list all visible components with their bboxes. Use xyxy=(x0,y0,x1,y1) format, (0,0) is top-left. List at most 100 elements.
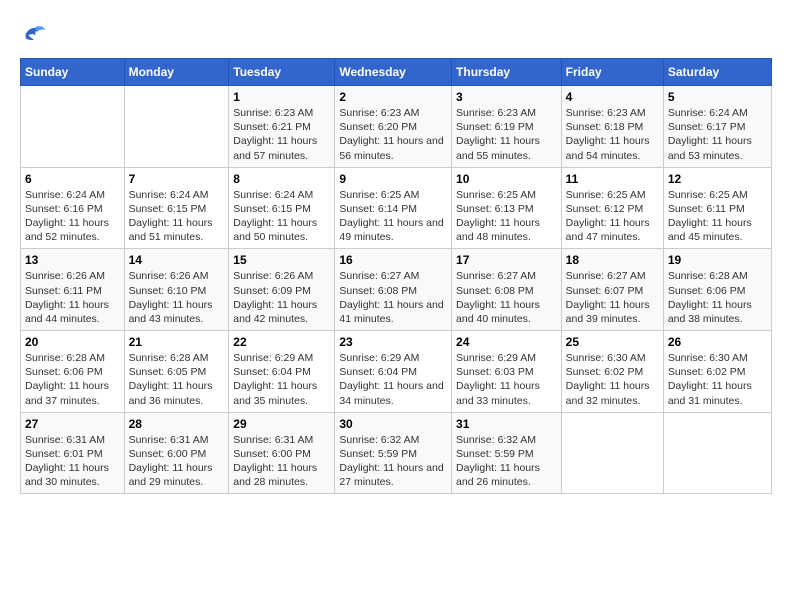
calendar-cell: 11 Sunrise: 6:25 AM Sunset: 6:12 PM Dayli… xyxy=(561,167,663,249)
calendar-cell: 16 Sunrise: 6:27 AM Sunset: 6:08 PM Dayli… xyxy=(335,249,452,331)
day-number: 13 xyxy=(25,253,120,267)
day-info: Sunrise: 6:30 AM Sunset: 6:02 PM Dayligh… xyxy=(668,352,752,407)
calendar-cell: 31 Sunrise: 6:32 AM Sunset: 5:59 PM Dayli… xyxy=(452,412,562,494)
calendar-cell: 3 Sunrise: 6:23 AM Sunset: 6:19 PM Daylig… xyxy=(452,86,562,168)
day-number: 5 xyxy=(668,90,767,104)
calendar-cell xyxy=(21,86,125,168)
day-number: 4 xyxy=(566,90,659,104)
day-info: Sunrise: 6:23 AM Sunset: 6:18 PM Dayligh… xyxy=(566,107,650,162)
day-info: Sunrise: 6:26 AM Sunset: 6:09 PM Dayligh… xyxy=(233,270,317,325)
calendar-cell: 2 Sunrise: 6:23 AM Sunset: 6:20 PM Daylig… xyxy=(335,86,452,168)
logo xyxy=(20,20,52,48)
logo-bird-icon xyxy=(20,20,48,48)
calendar-cell: 1 Sunrise: 6:23 AM Sunset: 6:21 PM Daylig… xyxy=(229,86,335,168)
day-info: Sunrise: 6:24 AM Sunset: 6:16 PM Dayligh… xyxy=(25,189,109,244)
day-info: Sunrise: 6:29 AM Sunset: 6:04 PM Dayligh… xyxy=(339,352,443,407)
header xyxy=(20,20,772,48)
day-info: Sunrise: 6:31 AM Sunset: 6:00 PM Dayligh… xyxy=(129,434,213,489)
day-info: Sunrise: 6:24 AM Sunset: 6:15 PM Dayligh… xyxy=(233,189,317,244)
calendar-cell: 28 Sunrise: 6:31 AM Sunset: 6:00 PM Dayli… xyxy=(124,412,229,494)
week-row-4: 20Sunrise: 6:28 AM Sunset: 6:06 PM Dayli… xyxy=(21,331,772,413)
day-info: Sunrise: 6:23 AM Sunset: 6:20 PM Dayligh… xyxy=(339,107,443,162)
day-info: Sunrise: 6:23 AM Sunset: 6:21 PM Dayligh… xyxy=(233,107,317,162)
calendar-cell: 30 Sunrise: 6:32 AM Sunset: 5:59 PM Dayli… xyxy=(335,412,452,494)
day-number: 30 xyxy=(339,417,447,431)
day-number: 1 xyxy=(233,90,330,104)
day-info: Sunrise: 6:26 AM Sunset: 6:10 PM Dayligh… xyxy=(129,270,213,325)
day-number: 8 xyxy=(233,172,330,186)
calendar-cell: 13 Sunrise: 6:26 AM Sunset: 6:11 PM Dayli… xyxy=(21,249,125,331)
day-info: Sunrise: 6:29 AM Sunset: 6:04 PM Dayligh… xyxy=(233,352,317,407)
day-number: 7 xyxy=(129,172,225,186)
day-info: Sunrise: 6:31 AM Sunset: 6:00 PM Dayligh… xyxy=(233,434,317,489)
week-row-1: 1 Sunrise: 6:23 AM Sunset: 6:21 PM Daylig… xyxy=(21,86,772,168)
calendar-cell: 9 Sunrise: 6:25 AM Sunset: 6:14 PM Daylig… xyxy=(335,167,452,249)
day-number: 6 xyxy=(25,172,120,186)
calendar-cell: 20Sunrise: 6:28 AM Sunset: 6:06 PM Dayli… xyxy=(21,331,125,413)
column-header-saturday: Saturday xyxy=(663,59,771,86)
calendar-cell: 23Sunrise: 6:29 AM Sunset: 6:04 PM Dayli… xyxy=(335,331,452,413)
day-number: 31 xyxy=(456,417,557,431)
calendar-cell: 4 Sunrise: 6:23 AM Sunset: 6:18 PM Daylig… xyxy=(561,86,663,168)
day-info: Sunrise: 6:25 AM Sunset: 6:14 PM Dayligh… xyxy=(339,189,443,244)
day-number: 26 xyxy=(668,335,767,349)
calendar-cell: 14 Sunrise: 6:26 AM Sunset: 6:10 PM Dayli… xyxy=(124,249,229,331)
day-number: 22 xyxy=(233,335,330,349)
column-header-friday: Friday xyxy=(561,59,663,86)
day-info: Sunrise: 6:26 AM Sunset: 6:11 PM Dayligh… xyxy=(25,270,109,325)
week-row-5: 27Sunrise: 6:31 AM Sunset: 6:01 PM Dayli… xyxy=(21,412,772,494)
calendar-cell: 15Sunrise: 6:26 AM Sunset: 6:09 PM Dayli… xyxy=(229,249,335,331)
column-header-wednesday: Wednesday xyxy=(335,59,452,86)
day-number: 14 xyxy=(129,253,225,267)
calendar-cell: 29 Sunrise: 6:31 AM Sunset: 6:00 PM Dayli… xyxy=(229,412,335,494)
day-info: Sunrise: 6:27 AM Sunset: 6:08 PM Dayligh… xyxy=(339,270,443,325)
week-row-2: 6 Sunrise: 6:24 AM Sunset: 6:16 PM Daylig… xyxy=(21,167,772,249)
column-header-thursday: Thursday xyxy=(452,59,562,86)
day-number: 12 xyxy=(668,172,767,186)
day-info: Sunrise: 6:25 AM Sunset: 6:11 PM Dayligh… xyxy=(668,189,752,244)
day-info: Sunrise: 6:28 AM Sunset: 6:05 PM Dayligh… xyxy=(129,352,213,407)
column-header-tuesday: Tuesday xyxy=(229,59,335,86)
calendar-cell: 6 Sunrise: 6:24 AM Sunset: 6:16 PM Daylig… xyxy=(21,167,125,249)
calendar-cell: 26 Sunrise: 6:30 AM Sunset: 6:02 PM Dayli… xyxy=(663,331,771,413)
day-number: 24 xyxy=(456,335,557,349)
column-header-sunday: Sunday xyxy=(21,59,125,86)
day-number: 17 xyxy=(456,253,557,267)
day-info: Sunrise: 6:23 AM Sunset: 6:19 PM Dayligh… xyxy=(456,107,540,162)
day-number: 19 xyxy=(668,253,767,267)
day-number: 29 xyxy=(233,417,330,431)
day-number: 9 xyxy=(339,172,447,186)
day-info: Sunrise: 6:32 AM Sunset: 5:59 PM Dayligh… xyxy=(456,434,540,489)
calendar-cell: 19 Sunrise: 6:28 AM Sunset: 6:06 PM Dayli… xyxy=(663,249,771,331)
day-info: Sunrise: 6:29 AM Sunset: 6:03 PM Dayligh… xyxy=(456,352,540,407)
day-number: 16 xyxy=(339,253,447,267)
calendar-cell: 17Sunrise: 6:27 AM Sunset: 6:08 PM Dayli… xyxy=(452,249,562,331)
calendar-cell: 12 Sunrise: 6:25 AM Sunset: 6:11 PM Dayli… xyxy=(663,167,771,249)
day-number: 27 xyxy=(25,417,120,431)
day-number: 3 xyxy=(456,90,557,104)
day-info: Sunrise: 6:24 AM Sunset: 6:15 PM Dayligh… xyxy=(129,189,213,244)
day-number: 21 xyxy=(129,335,225,349)
header-row: SundayMondayTuesdayWednesdayThursdayFrid… xyxy=(21,59,772,86)
day-info: Sunrise: 6:32 AM Sunset: 5:59 PM Dayligh… xyxy=(339,434,443,489)
day-info: Sunrise: 6:24 AM Sunset: 6:17 PM Dayligh… xyxy=(668,107,752,162)
calendar-cell: 10 Sunrise: 6:25 AM Sunset: 6:13 PM Dayli… xyxy=(452,167,562,249)
day-number: 11 xyxy=(566,172,659,186)
day-info: Sunrise: 6:25 AM Sunset: 6:12 PM Dayligh… xyxy=(566,189,650,244)
day-info: Sunrise: 6:27 AM Sunset: 6:07 PM Dayligh… xyxy=(566,270,650,325)
day-number: 2 xyxy=(339,90,447,104)
calendar-cell xyxy=(124,86,229,168)
day-number: 25 xyxy=(566,335,659,349)
day-number: 10 xyxy=(456,172,557,186)
day-info: Sunrise: 6:25 AM Sunset: 6:13 PM Dayligh… xyxy=(456,189,540,244)
day-number: 18 xyxy=(566,253,659,267)
calendar-cell: 18 Sunrise: 6:27 AM Sunset: 6:07 PM Dayli… xyxy=(561,249,663,331)
calendar-cell xyxy=(663,412,771,494)
calendar-cell: 7 Sunrise: 6:24 AM Sunset: 6:15 PM Daylig… xyxy=(124,167,229,249)
calendar-cell: 21 Sunrise: 6:28 AM Sunset: 6:05 PM Dayli… xyxy=(124,331,229,413)
day-number: 28 xyxy=(129,417,225,431)
week-row-3: 13 Sunrise: 6:26 AM Sunset: 6:11 PM Dayli… xyxy=(21,249,772,331)
calendar-cell: 22 Sunrise: 6:29 AM Sunset: 6:04 PM Dayli… xyxy=(229,331,335,413)
day-info: Sunrise: 6:28 AM Sunset: 6:06 PM Dayligh… xyxy=(668,270,752,325)
column-header-monday: Monday xyxy=(124,59,229,86)
